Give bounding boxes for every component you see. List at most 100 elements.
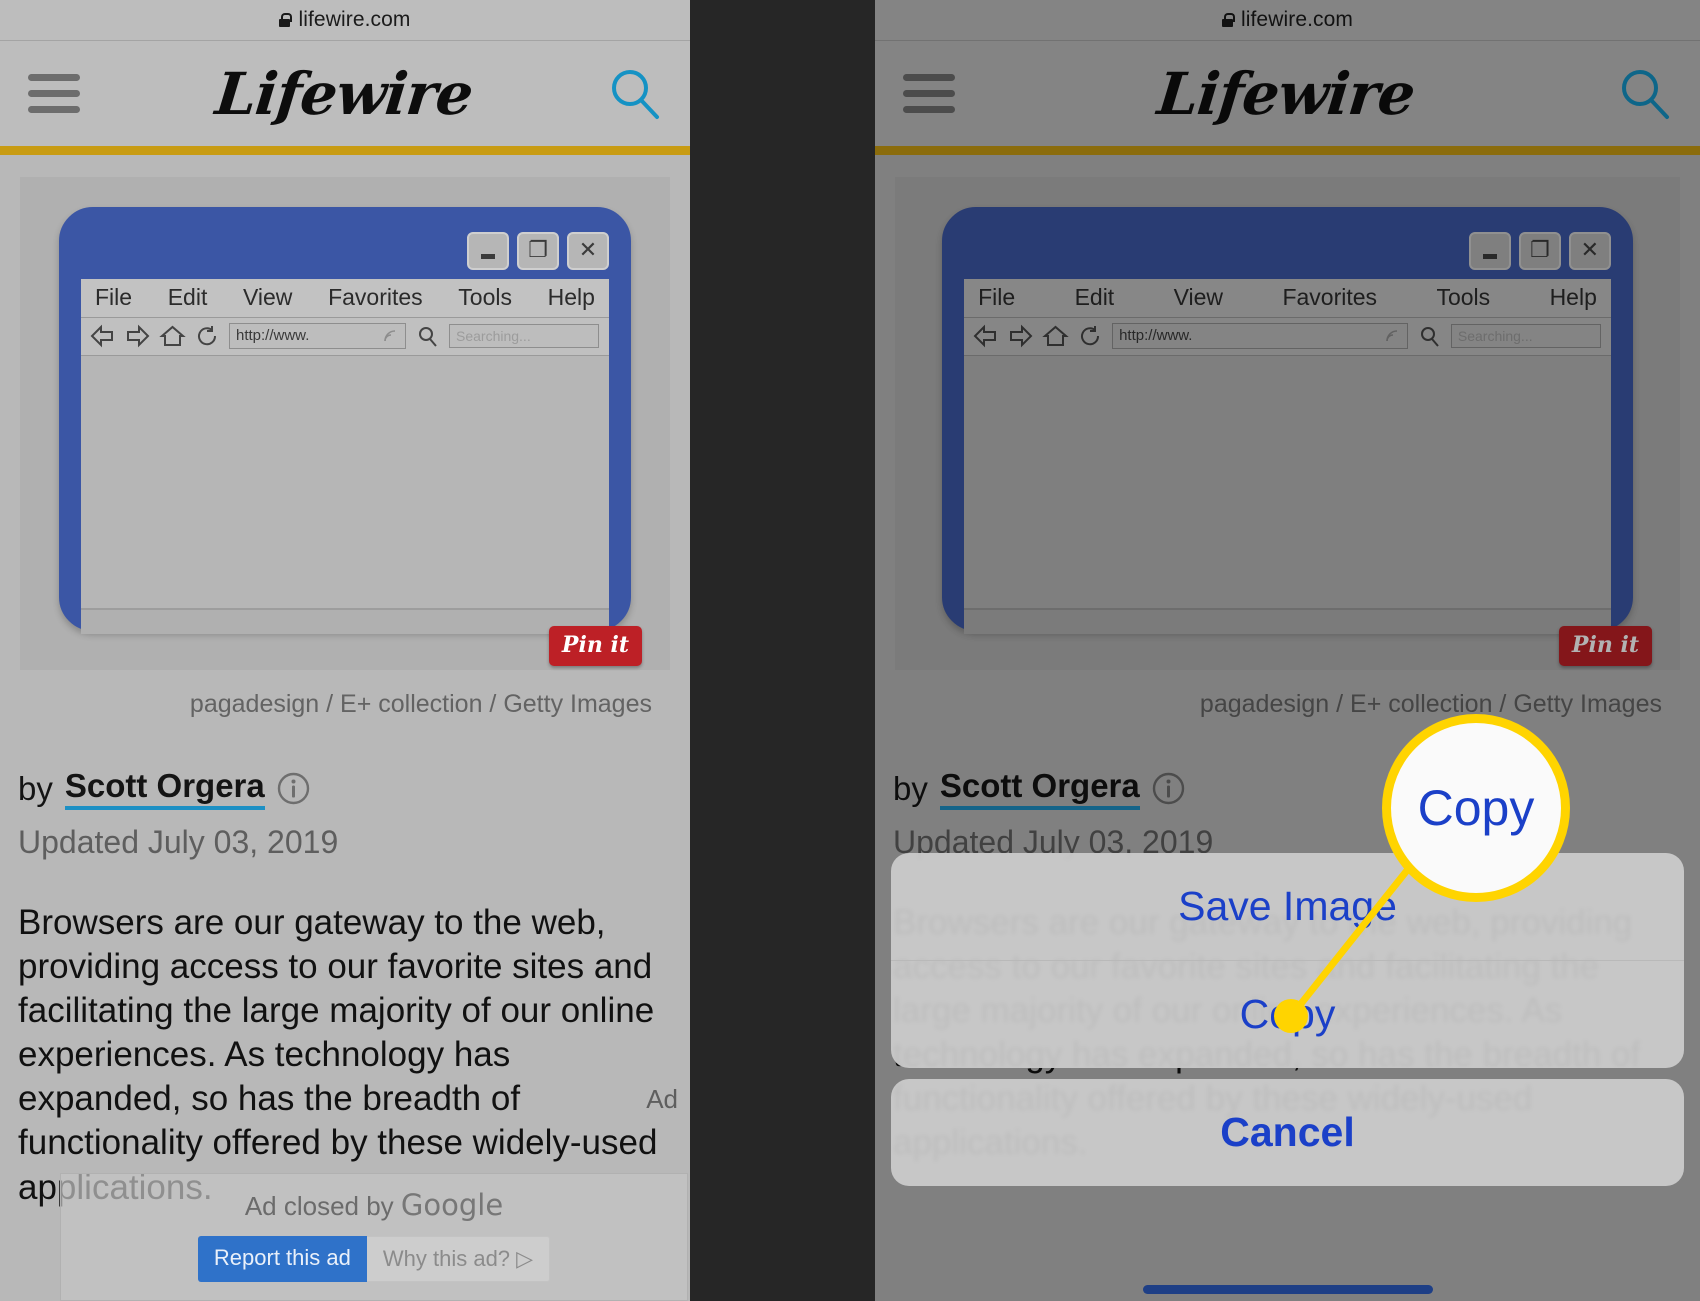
illustration-address-input: http://www. — [1112, 322, 1408, 349]
menu-item-file: File — [95, 283, 133, 310]
illustration-toolbar: http://www. Searching... — [81, 317, 609, 356]
restore-icon: ❐ — [1518, 231, 1561, 270]
magnifier-label: Copy — [1417, 780, 1535, 836]
hamburger-bar — [903, 90, 955, 97]
info-icon[interactable] — [277, 772, 310, 805]
screenshot-stage: lifewire.com Lifewire ❐ ✕ File Edit View… — [0, 0, 1700, 1301]
home-indicator — [1142, 1285, 1433, 1294]
article-figure-wrap-right: ❐ ✕ File Edit View Favorites Tools Help — [875, 155, 1700, 719]
hamburger-menu-icon[interactable] — [28, 74, 80, 113]
safari-url-bar-right[interactable]: lifewire.com — [875, 0, 1700, 41]
restore-icon: ❐ — [517, 231, 559, 270]
illustration-titlebar: ❐ ✕ — [958, 222, 1617, 279]
ad-label: Ad — [646, 1084, 678, 1114]
forward-arrow-icon — [1010, 324, 1033, 347]
search-icon[interactable] — [608, 67, 662, 121]
close-icon: ✕ — [1568, 231, 1611, 270]
phone-screen-right: lifewire.com Lifewire ❐ ✕ File Edit View… — [875, 0, 1700, 1301]
lock-icon — [279, 13, 293, 27]
refresh-icon — [198, 325, 217, 345]
info-icon[interactable] — [1152, 772, 1185, 805]
illustration-page-canvas — [81, 355, 609, 610]
ad-closed-text: Ad closed by Google — [245, 1188, 503, 1222]
ad-closed-prefix: Ad closed by — [244, 1191, 394, 1221]
illustration-titlebar: ❐ ✕ — [75, 222, 615, 279]
byline-prefix: by — [18, 769, 53, 807]
updated-date: Updated July 03, 2019 — [18, 824, 339, 860]
site-header: Lifewire — [0, 41, 690, 146]
author-link[interactable]: Scott Orgera — [64, 767, 265, 810]
ad-button-row: Report this ad Why this ad? ▷ — [197, 1236, 551, 1282]
pin-it-button[interactable]: Pin it — [1558, 626, 1652, 666]
rss-icon — [1386, 329, 1397, 341]
report-this-ad-button[interactable]: Report this ad — [197, 1236, 367, 1282]
search-placeholder: Searching... — [1457, 327, 1533, 344]
figure-caption: pagadesign / E+ collection / Getty Image… — [1199, 690, 1662, 718]
google-wordmark: Google — [400, 1188, 504, 1222]
url-text: lifewire.com — [298, 8, 411, 31]
author-link[interactable]: Scott Orgera — [939, 767, 1140, 810]
illustration-status-strip — [81, 609, 609, 634]
copy-magnifier-callout: Copy — [1382, 714, 1570, 902]
article-image[interactable]: ❐ ✕ File Edit View Favorites Tools Help — [20, 177, 670, 670]
gold-accent-rule — [875, 146, 1700, 155]
google-ad-panel: Ad closed by Google Report this ad Why t… — [60, 1173, 688, 1301]
action-sheet-options: Save Image Copy — [891, 853, 1684, 1068]
article-image[interactable]: ❐ ✕ File Edit View Favorites Tools Help — [895, 177, 1680, 670]
menu-item-edit: Edit — [167, 283, 208, 310]
magnifier-icon — [1420, 326, 1439, 347]
menu-item-view: View — [242, 283, 293, 310]
panel-after: lifewire.com Lifewire ❐ ✕ File Edit View… — [875, 0, 1700, 1301]
search-placeholder: Searching... — [456, 327, 531, 344]
site-logo[interactable]: Lifewire — [1155, 60, 1418, 128]
menu-item-tools: Tools — [1436, 283, 1491, 310]
close-icon: ✕ — [567, 231, 609, 270]
hamburger-bar — [28, 106, 80, 113]
rss-icon — [384, 329, 396, 341]
forward-arrow-icon — [127, 324, 150, 347]
minimize-icon — [1468, 231, 1511, 270]
why-this-ad-button[interactable]: Why this ad? ▷ — [366, 1236, 551, 1282]
site-logo[interactable]: Lifewire — [212, 60, 475, 128]
hamburger-bar — [903, 74, 955, 81]
illustration-toolbar: http://www. Searching... — [964, 317, 1611, 356]
search-icon[interactable] — [1618, 67, 1672, 121]
save-image-option[interactable]: Save Image — [891, 853, 1684, 960]
article-figure-wrap: ❐ ✕ File Edit View Favorites Tools Help — [0, 155, 690, 719]
url-text: lifewire.com — [1240, 8, 1354, 31]
home-icon — [1042, 325, 1069, 346]
illustration-menubar: File Edit View Favorites Tools Help — [964, 278, 1611, 318]
hamburger-menu-icon[interactable] — [903, 74, 955, 113]
back-arrow-icon — [973, 324, 997, 347]
panel-before: lifewire.com Lifewire ❐ ✕ File Edit View… — [0, 0, 690, 1301]
lock-icon — [1221, 13, 1235, 27]
menu-item-edit: Edit — [1074, 283, 1115, 310]
menu-item-help: Help — [1549, 283, 1597, 310]
gold-accent-rule — [0, 146, 690, 155]
address-value: http://www. — [236, 327, 310, 345]
article-paragraph: Browsers are our gateway to the web, pro… — [18, 903, 658, 1207]
illustration-address-input: http://www. — [229, 322, 406, 349]
figure-caption: pagadesign / E+ collection / Getty Image… — [189, 690, 652, 718]
menu-item-tools: Tools — [458, 283, 512, 310]
hamburger-bar — [28, 90, 80, 97]
article-body: by Scott Orgera Updated July 03, 2019 Br… — [0, 719, 690, 1210]
menu-item-favorites: Favorites — [1282, 283, 1378, 310]
magnifier-icon — [419, 326, 437, 347]
illustration-search-input: Searching... — [449, 323, 599, 348]
back-arrow-icon — [90, 324, 113, 347]
home-icon — [159, 325, 186, 346]
address-value: http://www. — [1119, 327, 1193, 345]
menu-item-favorites: Favorites — [328, 283, 423, 310]
menu-item-view: View — [1173, 283, 1224, 310]
illustration-status-strip — [964, 609, 1611, 634]
action-sheet-cancel-group: Cancel — [891, 1079, 1684, 1186]
phone-screen-left: lifewire.com Lifewire ❐ ✕ File Edit View… — [0, 0, 690, 1301]
hamburger-bar — [28, 74, 80, 81]
illustration-menubar: File Edit View Favorites Tools Help — [81, 278, 609, 318]
safari-url-bar[interactable]: lifewire.com — [0, 0, 690, 41]
byline: by Scott Orgera — [18, 767, 672, 810]
pin-it-button[interactable]: Pin it — [548, 626, 642, 666]
site-header-right: Lifewire — [875, 41, 1700, 146]
cancel-button[interactable]: Cancel — [891, 1079, 1684, 1186]
